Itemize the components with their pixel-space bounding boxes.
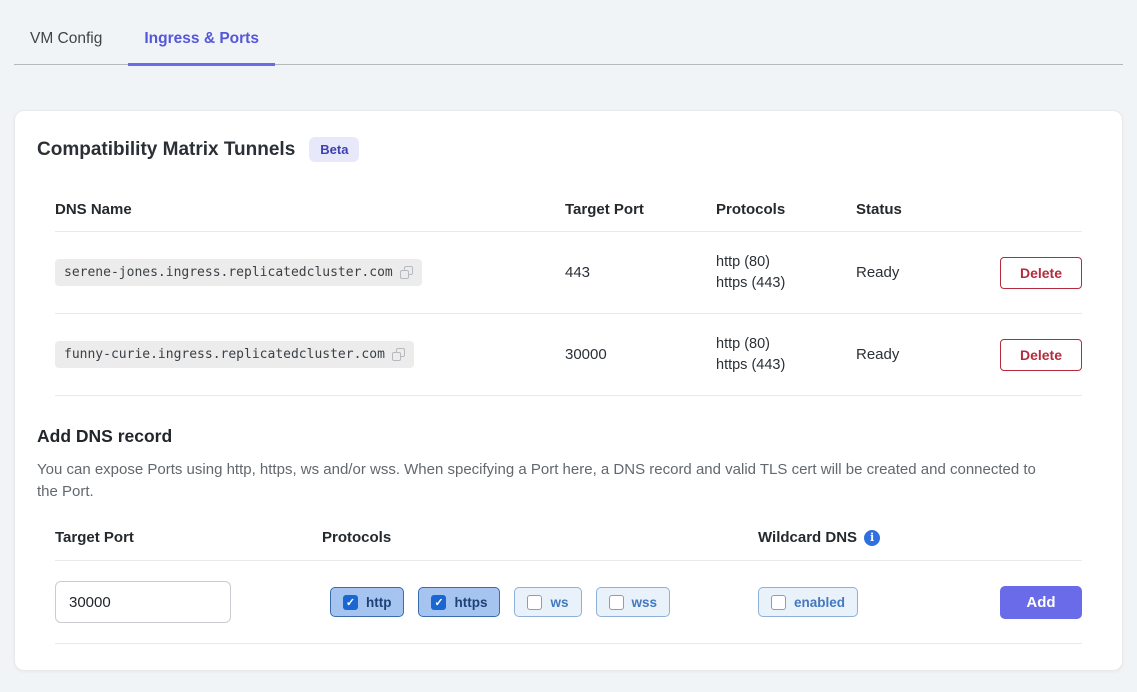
wildcard-dns-label: Wildcard DNS — [758, 529, 857, 546]
checkbox-checked-icon: ✓ — [343, 595, 358, 610]
form-input-row: ✓ http ✓ https ws wss enabled Add — [55, 561, 1082, 644]
table-row: serene-jones.ingress.replicatedcluster.c… — [55, 232, 1082, 314]
dns-pill: funny-curie.ingress.replicatedcluster.co… — [55, 341, 414, 368]
checkbox-unchecked-icon — [771, 595, 786, 610]
tab-bar: VM Config Ingress & Ports — [14, 0, 1123, 65]
table-header-row: DNS Name Target Port Protocols Status — [55, 188, 1082, 232]
form-header-wildcard-dns: Wildcard DNS i — [758, 529, 1082, 561]
copy-icon[interactable] — [400, 266, 413, 279]
status-value: Ready — [856, 264, 996, 281]
table-body: serene-jones.ingress.replicatedcluster.c… — [55, 232, 1082, 396]
protocol-chip-wss[interactable]: wss — [596, 587, 671, 617]
checkbox-unchecked-icon — [609, 595, 624, 610]
protocol-line: http (80) — [716, 252, 856, 273]
col-header-dns-name: DNS Name — [55, 201, 565, 218]
info-icon[interactable]: i — [864, 530, 880, 546]
action-cell: Delete — [1000, 339, 1082, 371]
protocol-chip-ws[interactable]: ws — [514, 587, 581, 617]
col-header-status: Status — [856, 201, 996, 218]
dns-name-text: funny-curie.ingress.replicatedcluster.co… — [64, 347, 385, 362]
add-button[interactable]: Add — [1000, 586, 1082, 619]
target-port-value: 443 — [565, 264, 716, 281]
page: VM Config Ingress & Ports Compatibility … — [0, 0, 1137, 692]
dns-name-text: serene-jones.ingress.replicatedcluster.c… — [64, 265, 393, 280]
protocol-chip-http[interactable]: ✓ http — [330, 587, 404, 617]
add-dns-record-title: Add DNS record — [37, 426, 1100, 447]
checkbox-unchecked-icon — [527, 595, 542, 610]
protocol-line: https (443) — [716, 355, 856, 376]
delete-button[interactable]: Delete — [1000, 257, 1082, 289]
dns-name-cell: serene-jones.ingress.replicatedcluster.c… — [55, 259, 565, 286]
status-value: Ready — [856, 346, 996, 363]
protocol-chip-label: https — [454, 595, 487, 610]
dns-name-cell: funny-curie.ingress.replicatedcluster.co… — [55, 341, 565, 368]
form-header-row: Target Port Protocols Wildcard DNS i — [55, 529, 1082, 561]
table-row: funny-curie.ingress.replicatedcluster.co… — [55, 314, 1082, 396]
col-header-protocols: Protocols — [716, 201, 856, 218]
protocols-cell: http (80)https (443) — [716, 334, 856, 376]
protocol-options: ✓ http ✓ https ws wss — [322, 587, 758, 617]
tunnels-card: Compatibility Matrix Tunnels Beta DNS Na… — [14, 110, 1123, 671]
col-header-target-port: Target Port — [565, 201, 716, 218]
add-dns-record-description: You can expose Ports using http, https, … — [37, 459, 1057, 503]
dns-pill: serene-jones.ingress.replicatedcluster.c… — [55, 259, 422, 286]
wildcard-chip-label: enabled — [794, 595, 845, 610]
protocol-line: https (443) — [716, 273, 856, 294]
protocols-cell: http (80)https (443) — [716, 252, 856, 294]
card-header: Compatibility Matrix Tunnels Beta — [37, 137, 1100, 162]
target-port-value: 30000 — [565, 346, 716, 363]
protocol-chip-label: http — [366, 595, 391, 610]
delete-button[interactable]: Delete — [1000, 339, 1082, 371]
tunnels-table: DNS Name Target Port Protocols Status se… — [55, 188, 1082, 396]
checkbox-checked-icon: ✓ — [431, 595, 446, 610]
protocol-chip-https[interactable]: ✓ https — [418, 587, 500, 617]
form-header-target-port: Target Port — [55, 529, 322, 561]
add-dns-form: Target Port Protocols Wildcard DNS i ✓ ht… — [55, 529, 1082, 644]
wildcard-chip-enabled[interactable]: enabled — [758, 587, 858, 617]
protocol-chip-label: ws — [550, 595, 568, 610]
protocol-line: http (80) — [716, 334, 856, 355]
protocol-chip-label: wss — [632, 595, 658, 610]
tab-ingress-ports[interactable]: Ingress & Ports — [128, 16, 275, 66]
beta-badge: Beta — [309, 137, 359, 162]
form-header-protocols: Protocols — [322, 529, 758, 561]
action-cell: Delete — [1000, 257, 1082, 289]
target-port-input[interactable] — [55, 581, 231, 623]
card-title: Compatibility Matrix Tunnels — [37, 139, 295, 161]
copy-icon[interactable] — [392, 348, 405, 361]
wildcard-option: enabled — [758, 587, 858, 617]
tab-vm-config[interactable]: VM Config — [14, 16, 118, 66]
